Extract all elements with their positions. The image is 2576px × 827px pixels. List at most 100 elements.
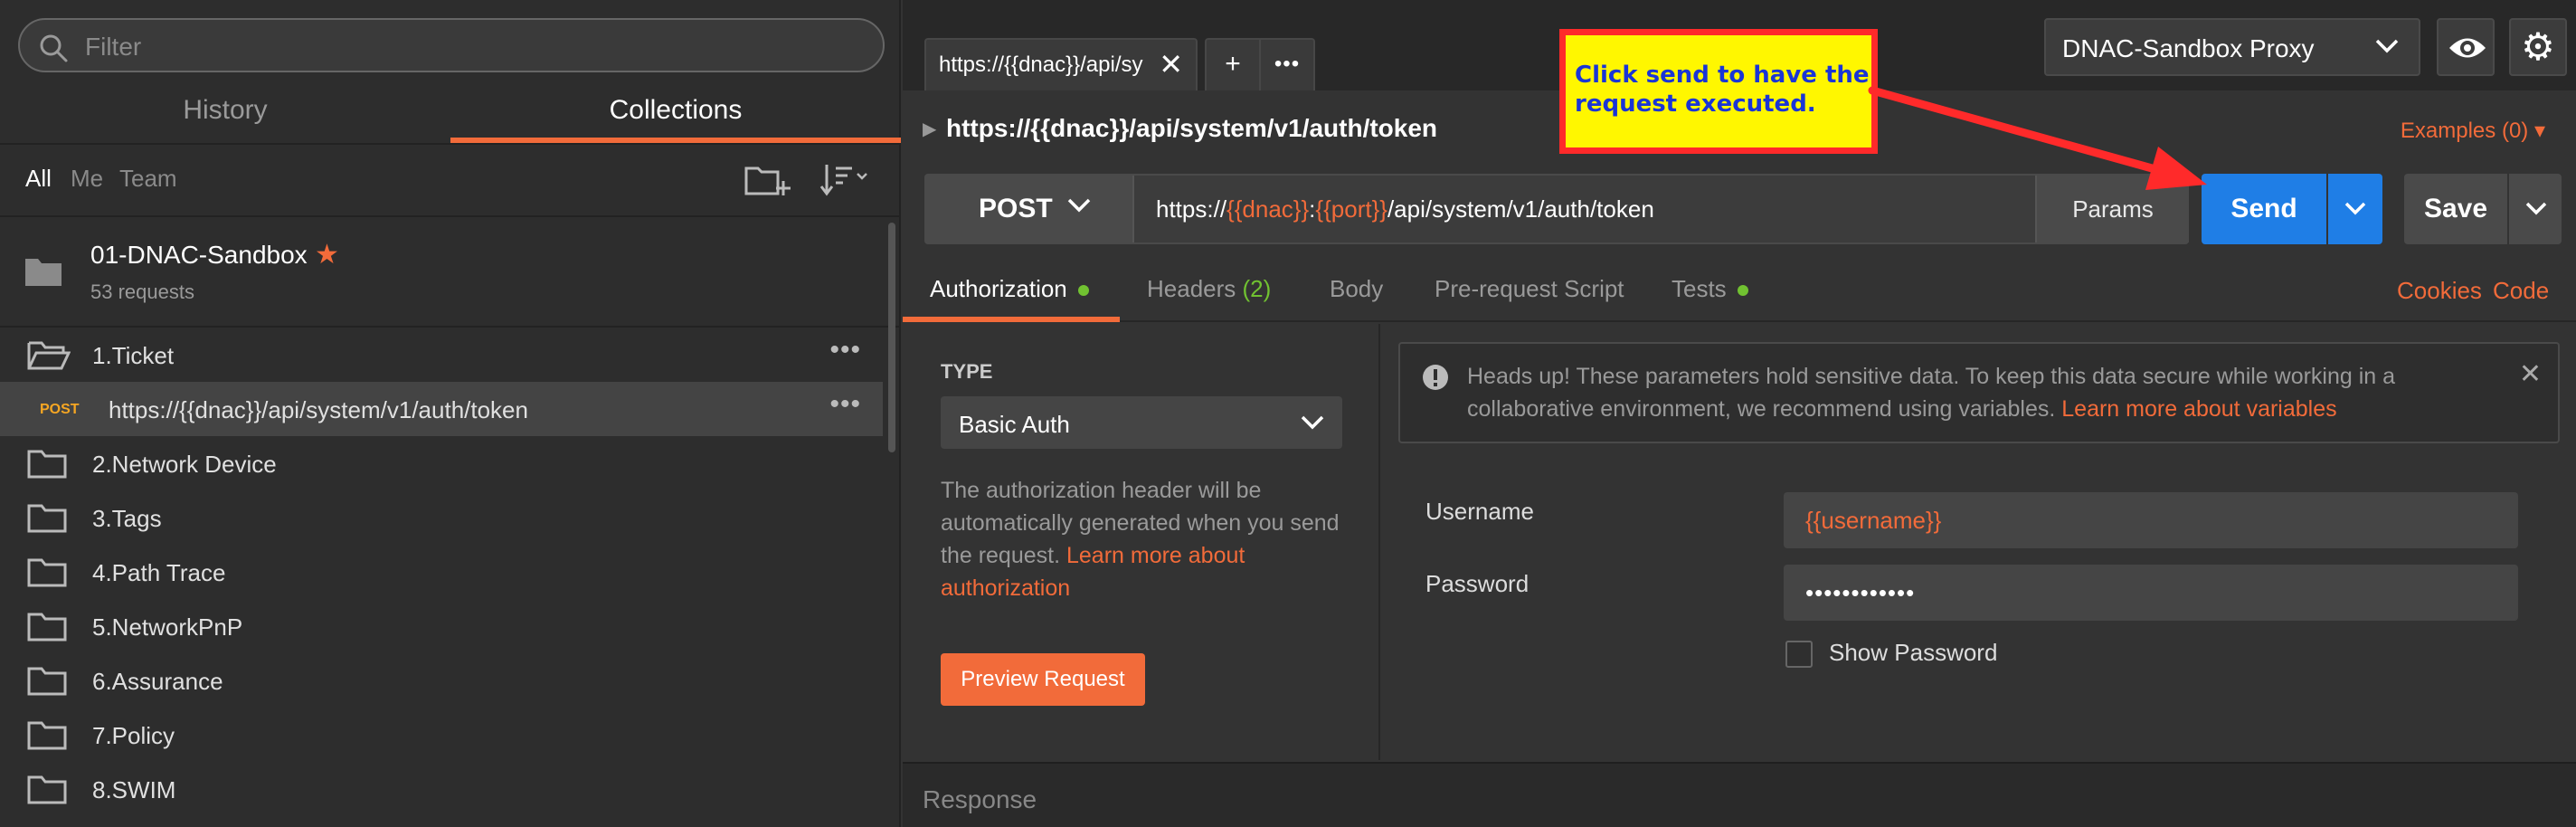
request-title[interactable]: https://{{dnac}}/api/system/v1/auth/toke…: [946, 114, 1437, 143]
variables-learn-more-link[interactable]: Learn more about variables: [2061, 396, 2336, 422]
annotation-callout: Click send to have the request executed.: [1559, 29, 1878, 154]
username-field[interactable]: {{username}}: [1784, 492, 2518, 548]
tab-options-button[interactable]: •••: [1259, 38, 1315, 90]
method-select[interactable]: POST: [926, 176, 1134, 242]
folder-icon: [27, 667, 67, 696]
folder-label: 4.Path Trace: [92, 559, 226, 586]
chevron-down-icon: [2375, 39, 2399, 53]
tab-headers-label: Headers: [1147, 275, 1236, 302]
collection-request-count: 53 requests: [90, 280, 194, 303]
request-tab[interactable]: https://{{dnac}}/api/sy ✕: [924, 38, 1198, 90]
folder-icon: [27, 558, 67, 587]
environment-select[interactable]: DNAC-Sandbox Proxy: [2044, 18, 2420, 76]
tab-headers[interactable]: Headers (2): [1147, 275, 1271, 303]
folder-label: 2.Network Device: [92, 451, 277, 478]
filter-placeholder: Filter: [85, 33, 142, 61]
url-input[interactable]: https://{{dnac}}:{{port}}/api/system/v1/…: [1156, 195, 1654, 223]
auth-description: The authorization header will be automat…: [941, 474, 1344, 604]
tab-body[interactable]: Body: [1330, 275, 1383, 303]
filter-all[interactable]: All: [25, 165, 52, 193]
password-field[interactable]: ••••••••••••: [1784, 565, 2518, 621]
url-variable-port: {{port}}: [1315, 195, 1387, 223]
folder-item[interactable]: 1.Ticket •••: [0, 328, 883, 382]
chevron-down-icon: [1301, 415, 1324, 430]
password-label: Password: [1425, 570, 1530, 597]
tab-history[interactable]: History: [0, 87, 450, 143]
star-icon[interactable]: ★: [315, 239, 339, 271]
annotation-text: Click send to have the request executed.: [1575, 62, 1870, 118]
send-options-button[interactable]: [2328, 174, 2382, 244]
sort-icon[interactable]: [819, 161, 872, 199]
filter-me[interactable]: Me: [71, 165, 103, 193]
code-link[interactable]: Code: [2493, 277, 2549, 305]
auth-type-panel: TYPE Basic Auth The authorization header…: [903, 324, 1380, 760]
folder-icon: [27, 721, 67, 750]
chevron-down-icon: [1067, 198, 1091, 213]
collection-item[interactable]: 01-DNAC-Sandbox ★ 53 requests: [0, 217, 901, 326]
annotation-arrow: [1868, 86, 2207, 190]
folder-item[interactable]: 3.Tags: [0, 490, 883, 545]
request-subtabs: Authorization Headers (2) Body Pre-reque…: [903, 259, 2576, 322]
tab-tests-label: Tests: [1672, 275, 1727, 302]
request-label: https://{{dnac}}/api/system/v1/auth/toke…: [109, 396, 528, 423]
show-password-checkbox[interactable]: [1785, 641, 1813, 668]
status-dot: [1737, 285, 1748, 297]
info-icon: [1423, 365, 1448, 390]
url-path: /api/system/v1/auth/token: [1387, 195, 1654, 223]
folder-item[interactable]: 5.NetworkPnP: [0, 599, 883, 653]
filter-input[interactable]: Filter: [18, 18, 885, 72]
folder-icon: [27, 450, 67, 479]
sidebar-tabs: History Collections: [0, 87, 901, 143]
folder-open-icon: [27, 341, 71, 370]
type-label: TYPE: [941, 360, 993, 383]
chevron-down-icon: [2344, 202, 2366, 215]
tab-collections[interactable]: Collections: [450, 87, 901, 143]
tab-prerequest-script[interactable]: Pre-request Script: [1435, 275, 1624, 303]
more-icon[interactable]: •••: [829, 335, 861, 366]
response-panel[interactable]: Response: [903, 762, 2576, 827]
folder-item[interactable]: 6.Assurance: [0, 653, 883, 708]
ownership-filter: All Me Team: [0, 154, 901, 208]
collection-folder-icon: [25, 259, 62, 286]
close-icon[interactable]: ✕: [1159, 47, 1183, 81]
sidebar-scrollbar[interactable]: [888, 223, 895, 452]
username-label: Username: [1425, 498, 1534, 525]
notice-text: Heads up! These parameters hold sensitiv…: [1467, 360, 2498, 425]
environment-quick-look-button[interactable]: [2437, 18, 2495, 76]
folder-item[interactable]: 8.SWIM: [0, 762, 883, 816]
cookies-link[interactable]: Cookies: [2397, 277, 2482, 305]
show-password-label: Show Password: [1829, 639, 1998, 666]
examples-dropdown[interactable]: Examples (0) ▾: [2401, 118, 2545, 144]
more-icon[interactable]: •••: [829, 389, 861, 420]
new-tab-button[interactable]: +: [1205, 38, 1261, 90]
active-tab-indicator: [903, 317, 1120, 322]
eye-icon: [2449, 38, 2486, 58]
request-tab-title: https://{{dnac}}/api/sy: [939, 52, 1143, 77]
auth-type-value: Basic Auth: [959, 411, 1070, 438]
preview-request-button[interactable]: Preview Request: [941, 653, 1145, 706]
folder-item[interactable]: 2.Network Device: [0, 436, 883, 490]
new-collection-icon[interactable]: [743, 161, 791, 199]
status-dot: [1077, 285, 1089, 297]
folder-label: 5.NetworkPnP: [92, 613, 243, 641]
save-button[interactable]: Save: [2404, 174, 2507, 244]
auth-type-select[interactable]: Basic Auth: [941, 396, 1342, 449]
url-variable-dnac: {{dnac}}: [1226, 195, 1310, 223]
folder-item[interactable]: 7.Policy: [0, 708, 883, 762]
collection-name: 01-DNAC-Sandbox: [90, 241, 308, 269]
expand-caret-icon[interactable]: ▶: [923, 118, 936, 140]
tab-authorization[interactable]: Authorization: [930, 275, 1089, 303]
folder-icon: [27, 504, 67, 533]
request-item[interactable]: POST https://{{dnac}}/api/system/v1/auth…: [0, 382, 883, 436]
filter-team[interactable]: Team: [119, 165, 177, 193]
environment-value: DNAC-Sandbox Proxy: [2062, 34, 2315, 62]
folder-item[interactable]: 4.Path Trace: [0, 545, 883, 599]
chevron-down-icon: [2525, 202, 2547, 215]
gear-icon[interactable]: ⚙: [2509, 18, 2567, 76]
sensitive-data-notice: Heads up! These parameters hold sensitiv…: [1398, 342, 2560, 443]
tab-authorization-label: Authorization: [930, 275, 1067, 302]
close-icon[interactable]: ✕: [2519, 358, 2542, 390]
sidebar: Filter History Collections All Me Team 0…: [0, 0, 901, 827]
save-options-button[interactable]: [2509, 174, 2562, 244]
tab-tests[interactable]: Tests: [1672, 275, 1748, 303]
